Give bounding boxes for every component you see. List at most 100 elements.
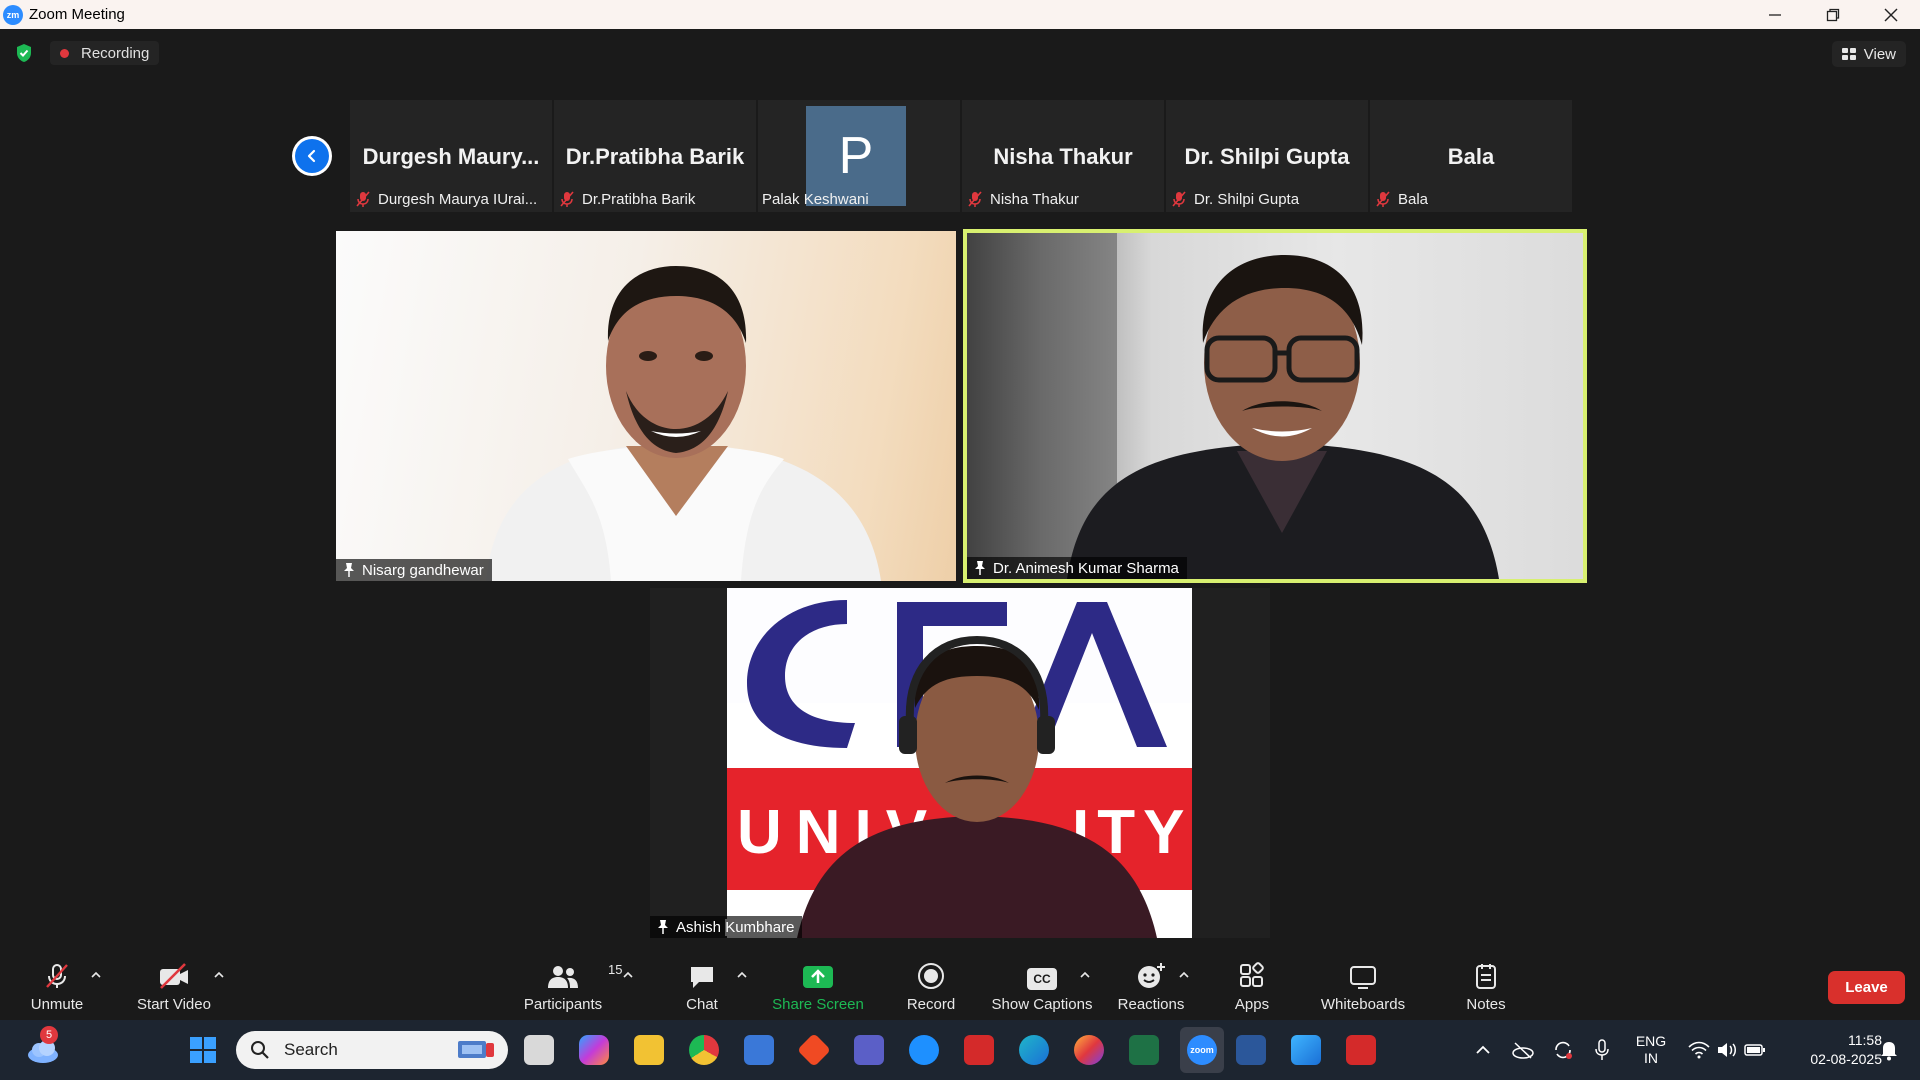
video-tile[interactable]: UNIV ITY Ashish Kumbhare xyxy=(650,588,1270,938)
participant-video xyxy=(486,266,881,581)
reactions-smiley-icon xyxy=(1138,963,1165,988)
unmute-button[interactable]: Unmute xyxy=(26,962,88,1013)
participant-name-label: Palak Keshwani xyxy=(762,188,869,210)
mic-muted-icon xyxy=(1376,191,1390,207)
window-title: Zoom Meeting xyxy=(29,6,125,23)
clock-date: 02-08-2025 xyxy=(1810,1051,1882,1067)
reactions-button[interactable]: Reactions xyxy=(1116,962,1186,1013)
chat-button[interactable]: Chat xyxy=(680,962,724,1013)
participant-thumbnail[interactable]: Dr.Pratibha Barik Dr.Pratibha Barik xyxy=(554,100,756,212)
start-button[interactable] xyxy=(182,1020,224,1080)
chrome-icon[interactable] xyxy=(689,1035,719,1065)
participants-options-chevron-up-icon[interactable] xyxy=(622,970,634,980)
weather-badge: 5 xyxy=(40,1026,58,1044)
restore-button[interactable] xyxy=(1804,0,1862,29)
participant-label-text: Dr. Shilpi Gupta xyxy=(1194,190,1300,208)
search-icon xyxy=(251,1041,269,1059)
participants-count: 15 xyxy=(608,962,623,977)
onedrive-icon[interactable] xyxy=(1508,1020,1538,1080)
participant-video: UNIV ITY xyxy=(727,588,1192,938)
participant-display-name: Durgesh Maury... xyxy=(362,144,540,169)
recording-indicator[interactable]: Recording xyxy=(50,41,160,65)
whiteboards-button[interactable]: Whiteboards xyxy=(1318,962,1408,1013)
participant-name: Dr. Animesh Kumar Sharma xyxy=(993,559,1179,577)
clock[interactable]: 11:58 02-08-2025 xyxy=(1782,1020,1882,1080)
participant-thumbnail[interactable]: P Palak Keshwani xyxy=(758,100,960,212)
weather-widget[interactable]: 5 xyxy=(20,1020,66,1080)
microsoft-store-icon[interactable] xyxy=(744,1035,774,1065)
anydesk-icon[interactable] xyxy=(797,1033,831,1067)
participant-thumbnail[interactable]: Nisha Thakur Nisha Thakur xyxy=(962,100,1164,212)
participant-name-tag: Nisarg gandhewar xyxy=(336,559,492,581)
captions-options-chevron-up-icon[interactable] xyxy=(1079,970,1091,980)
participant-video-frame: UNIV ITY xyxy=(727,588,1192,938)
search-placeholder: Search xyxy=(284,1040,338,1059)
chevron-up-icon xyxy=(1476,1045,1490,1054)
leave-button[interactable]: Leave xyxy=(1828,971,1905,1004)
mic-muted-icon xyxy=(560,191,574,207)
photos-icon[interactable] xyxy=(1291,1035,1321,1065)
view-button[interactable]: View xyxy=(1831,41,1906,67)
excel-icon[interactable] xyxy=(1129,1035,1159,1065)
participant-name: Nisarg gandhewar xyxy=(362,561,484,579)
participant-display-name: Nisha Thakur xyxy=(993,144,1133,169)
notifications-button[interactable] xyxy=(1874,1020,1904,1080)
participant-display-name: Bala xyxy=(1447,144,1495,169)
restore-icon xyxy=(1826,8,1840,21)
pin-icon xyxy=(975,561,985,575)
show-captions-label: Show Captions xyxy=(991,996,1093,1013)
input-language-indicator[interactable]: ENG IN xyxy=(1628,1020,1674,1080)
participant-label-text: Nisha Thakur xyxy=(990,190,1079,208)
participant-label-text: Bala xyxy=(1398,190,1429,208)
help-icon[interactable] xyxy=(909,1035,939,1065)
notes-button[interactable]: Notes xyxy=(1464,962,1508,1013)
record-button[interactable]: Record xyxy=(904,962,958,1013)
video-tile-active-speaker[interactable]: Dr. Animesh Kumar Sharma xyxy=(963,229,1587,583)
chat-options-chevron-up-icon[interactable] xyxy=(736,970,748,980)
zoom-taskbar-icon: zoom xyxy=(1187,1035,1217,1065)
close-button[interactable] xyxy=(1862,0,1920,29)
mic-muted-icon xyxy=(356,191,370,207)
apps-button[interactable]: Apps xyxy=(1232,962,1272,1013)
network-volume-battery-group[interactable] xyxy=(1684,1020,1770,1080)
video-options-chevron-up-icon[interactable] xyxy=(213,970,225,980)
word-icon[interactable] xyxy=(1236,1035,1266,1065)
file-explorer-icon[interactable] xyxy=(634,1035,664,1065)
microphone-tray-icon[interactable] xyxy=(1588,1020,1616,1080)
meeting-controls-toolbar: Unmute Start Video 15 Participants Chat … xyxy=(0,950,1920,1019)
edge-icon[interactable] xyxy=(1019,1035,1049,1065)
participants-button[interactable]: 15 Participants xyxy=(520,962,623,1013)
encryption-shield-icon[interactable] xyxy=(15,43,33,63)
participant-name-label: Bala xyxy=(1374,188,1428,210)
reactions-options-chevron-up-icon[interactable] xyxy=(1178,970,1190,980)
share-screen-button[interactable]: Share Screen xyxy=(772,962,864,1013)
task-view-icon[interactable] xyxy=(524,1035,554,1065)
taskbar-search-box[interactable]: Search xyxy=(236,1031,508,1069)
captions-cc-icon: CC xyxy=(1027,968,1057,990)
video-tile[interactable]: Nisarg gandhewar xyxy=(336,231,956,581)
chat-label: Chat xyxy=(686,996,718,1013)
acrobat-icon[interactable] xyxy=(1346,1035,1376,1065)
mcafee-icon[interactable] xyxy=(964,1035,994,1065)
firefox-icon[interactable] xyxy=(1074,1035,1104,1065)
zoom-logo-icon: zm xyxy=(3,4,23,25)
minimize-button[interactable] xyxy=(1746,0,1804,29)
show-hidden-icons-button[interactable] xyxy=(1468,1020,1498,1080)
audio-options-chevron-up-icon[interactable] xyxy=(90,970,102,980)
sync-icon[interactable] xyxy=(1548,1020,1578,1080)
previous-page-button[interactable] xyxy=(292,136,332,176)
participant-thumbnail[interactable]: Dr. Shilpi Gupta Dr. Shilpi Gupta xyxy=(1166,100,1368,212)
wifi-icon xyxy=(1688,1041,1710,1059)
apps-label: Apps xyxy=(1234,996,1270,1013)
zoom-taskbar-icon-active[interactable]: zoom xyxy=(1180,1027,1224,1073)
copilot-icon[interactable] xyxy=(579,1035,609,1065)
start-video-button[interactable]: Start Video xyxy=(134,962,214,1013)
participant-name-label: Dr. Shilpi Gupta xyxy=(1170,188,1299,210)
participant-name-tag: Ashish Kumbhare xyxy=(650,916,803,938)
participant-thumbnail[interactable]: Durgesh Maury... Durgesh Maurya IUrai... xyxy=(350,100,552,212)
participant-label-text: Dr.Pratibha Barik xyxy=(582,190,696,208)
video-off-icon xyxy=(160,963,188,989)
teams-icon[interactable] xyxy=(854,1035,884,1065)
window-titlebar: zm Zoom Meeting xyxy=(0,0,1920,29)
participant-thumbnail[interactable]: Bala Bala xyxy=(1370,100,1572,212)
